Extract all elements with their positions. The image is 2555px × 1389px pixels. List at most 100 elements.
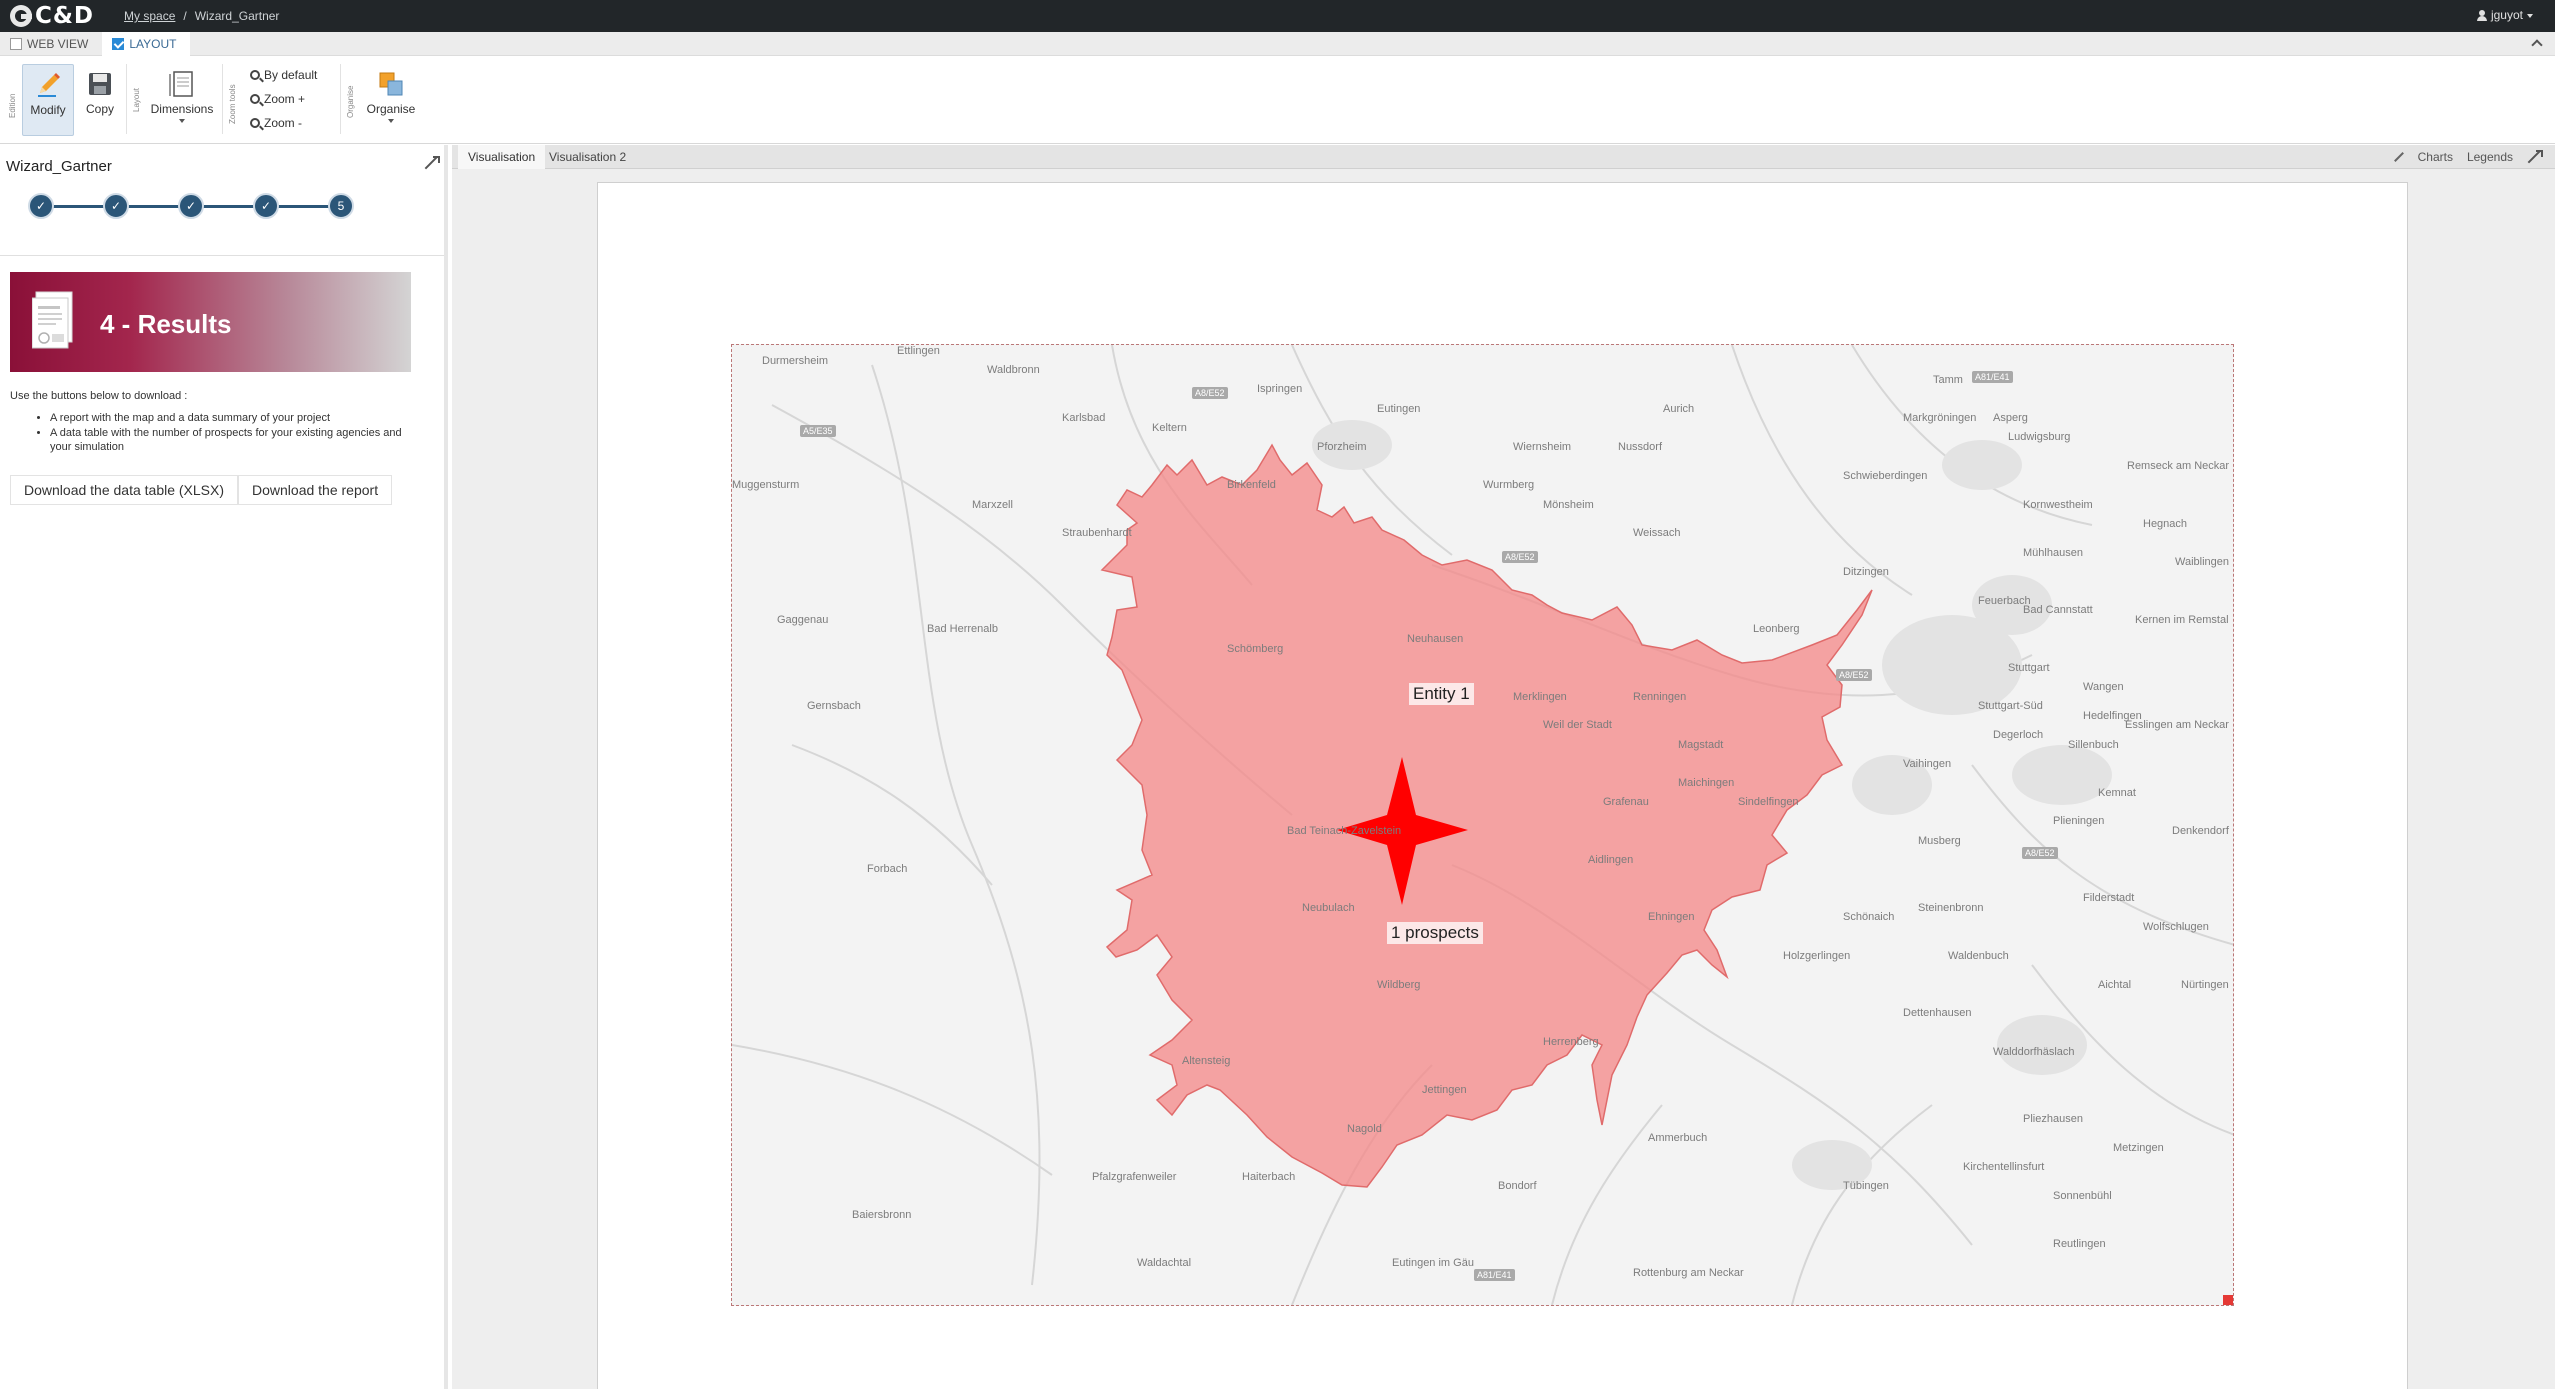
place-name: Bad Teinach-Zavelstein xyxy=(1287,825,1402,837)
pencil-icon xyxy=(34,71,62,99)
place-name: Kemnat xyxy=(2098,787,2136,799)
logo-text: C&D xyxy=(35,3,95,29)
road-badge: A8/E52 xyxy=(1502,551,1538,563)
place-name: Asperg xyxy=(1993,412,2028,424)
prospects-label: 1 prospects xyxy=(1387,922,1483,944)
app-logo[interactable]: C&D xyxy=(10,0,94,32)
ribbon-separator xyxy=(340,64,341,134)
user-menu[interactable]: jguyot xyxy=(2476,8,2533,22)
ribbon-separator xyxy=(126,64,127,134)
place-name: Magstadt xyxy=(1678,739,1724,751)
wizard-title: Wizard_Gartner xyxy=(6,158,112,175)
place-name: Renningen xyxy=(1633,691,1687,703)
results-banner: 4 - Results xyxy=(10,272,411,372)
step-5[interactable]: 5 xyxy=(328,193,354,219)
place-name: Neubulach xyxy=(1302,902,1355,914)
place-name: Sillenbuch xyxy=(2068,739,2119,751)
tab-visualisation[interactable]: Visualisation xyxy=(458,145,546,169)
place-name: Denkendorf xyxy=(2172,825,2229,837)
download-report-button[interactable]: Download the report xyxy=(238,475,393,505)
pin-icon[interactable] xyxy=(2394,152,2404,162)
visualisation-tabs: Visualisation Visualisation 2 Charts Leg… xyxy=(452,145,2555,169)
place-name: Wolfschlugen xyxy=(2143,921,2209,933)
breadcrumb-current: Wizard_Gartner xyxy=(194,9,280,23)
place-name: Stuttgart xyxy=(2008,662,2050,674)
step-3[interactable]: ✓ xyxy=(178,193,204,219)
place-name: Haiterbach xyxy=(1242,1171,1296,1183)
map-frame[interactable]: Durmersheim Ettlingen Waldbronn Karlsbad Kel… xyxy=(731,344,2234,1306)
place-name: Herrenberg xyxy=(1543,1036,1599,1048)
zoom-in-button[interactable]: Zoom + xyxy=(250,92,305,106)
copy-button[interactable]: Copy xyxy=(80,64,120,136)
step-2[interactable]: ✓ xyxy=(103,193,129,219)
zoom-default-button[interactable]: By default xyxy=(250,68,317,82)
place-name: Dettenhausen xyxy=(1903,1007,1972,1019)
download-intro-text: Use the buttons below to download : xyxy=(10,390,188,402)
legends-link[interactable]: Legends xyxy=(2467,150,2513,164)
dimensions-label: Dimensions xyxy=(150,102,214,116)
place-name: Leonberg xyxy=(1753,623,1800,635)
modify-label: Modify xyxy=(30,103,66,117)
place-name: Keltern xyxy=(1152,422,1187,434)
copy-label: Copy xyxy=(85,102,114,116)
step-4[interactable]: ✓ xyxy=(253,193,279,219)
charts-link[interactable]: Charts xyxy=(2418,150,2453,164)
road-badge: A81/E41 xyxy=(1972,371,2013,383)
tab-web-view[interactable]: WEB VIEW xyxy=(0,32,102,56)
chevron-down-icon xyxy=(179,119,185,123)
list-item: A report with the map and a data summary… xyxy=(50,411,420,425)
place-name: Pliezhausen xyxy=(2023,1113,2083,1125)
dimensions-button[interactable]: Dimensions xyxy=(148,64,216,140)
tab-layout[interactable]: LAYOUT xyxy=(102,31,191,56)
zoom-out-label: Zoom - xyxy=(264,116,303,130)
fullscreen-icon[interactable] xyxy=(2527,150,2543,164)
place-name: Hedelfingen xyxy=(2083,710,2142,722)
tab-visualisation-2[interactable]: Visualisation 2 xyxy=(539,145,636,169)
entity-label: Entity 1 xyxy=(1409,683,1474,705)
place-name: Nagold xyxy=(1347,1123,1382,1135)
collapse-ribbon-icon[interactable] xyxy=(2531,39,2543,51)
organise-button[interactable]: Organise xyxy=(362,64,420,140)
breadcrumb-my-space[interactable]: My space xyxy=(124,9,175,23)
results-title: 4 - Results xyxy=(100,309,232,339)
place-name: Tamm xyxy=(1933,374,1963,386)
save-copy-icon xyxy=(86,70,114,98)
place-name: Jettingen xyxy=(1422,1084,1467,1096)
logo-icon xyxy=(10,5,32,27)
place-name: Holzgerlingen xyxy=(1783,950,1851,962)
place-name: Metzingen xyxy=(2113,1142,2164,1154)
place-name: Maichingen xyxy=(1678,777,1735,789)
place-name: Grafenau xyxy=(1603,796,1649,808)
place-name: Pfalzgrafenweiler xyxy=(1092,1171,1177,1183)
place-name: Ehningen xyxy=(1648,911,1695,923)
place-name: Wiernsheim xyxy=(1513,441,1572,453)
web-view-checkbox[interactable] xyxy=(10,37,22,50)
catchment-zone xyxy=(1100,443,1873,1188)
mode-bar: WEB VIEW LAYOUT xyxy=(0,31,2555,56)
place-name: Altensteig xyxy=(1182,1055,1231,1067)
download-data-table-button[interactable]: Download the data table (XLSX) xyxy=(10,475,239,505)
zoom-out-button[interactable]: Zoom - xyxy=(250,116,302,130)
place-name: Ispringen xyxy=(1257,383,1303,395)
place-name: Waldenbuch xyxy=(1948,950,2009,962)
place-name: Eutingen im Gäu xyxy=(1392,1257,1474,1269)
map-resize-handle[interactable] xyxy=(2223,1295,2233,1305)
place-name: Mönsheim xyxy=(1543,499,1594,511)
place-name: Ammerbuch xyxy=(1648,1132,1708,1144)
place-name: Waldbronn xyxy=(987,364,1040,376)
group-label-zoom-tools: Zoom tools xyxy=(228,84,237,124)
download-items-list: A report with the map and a data summary… xyxy=(50,411,420,455)
step-1[interactable]: ✓ xyxy=(28,193,54,219)
zoom-in-label: Zoom + xyxy=(264,92,306,106)
place-name: Wurmberg xyxy=(1483,479,1535,491)
layout-checkbox[interactable] xyxy=(112,37,125,50)
place-name: Merklingen xyxy=(1513,691,1567,703)
place-name: Nussdorf xyxy=(1618,441,1663,453)
group-label-edition: Edition xyxy=(8,93,17,118)
expand-icon[interactable] xyxy=(424,156,440,170)
place-name: Bondorf xyxy=(1498,1180,1537,1192)
place-name: Aidlingen xyxy=(1588,854,1634,866)
road-badge: A81/E41 xyxy=(1474,1269,1515,1281)
modify-button[interactable]: Modify xyxy=(22,64,74,136)
zoom-in-icon xyxy=(250,94,260,104)
